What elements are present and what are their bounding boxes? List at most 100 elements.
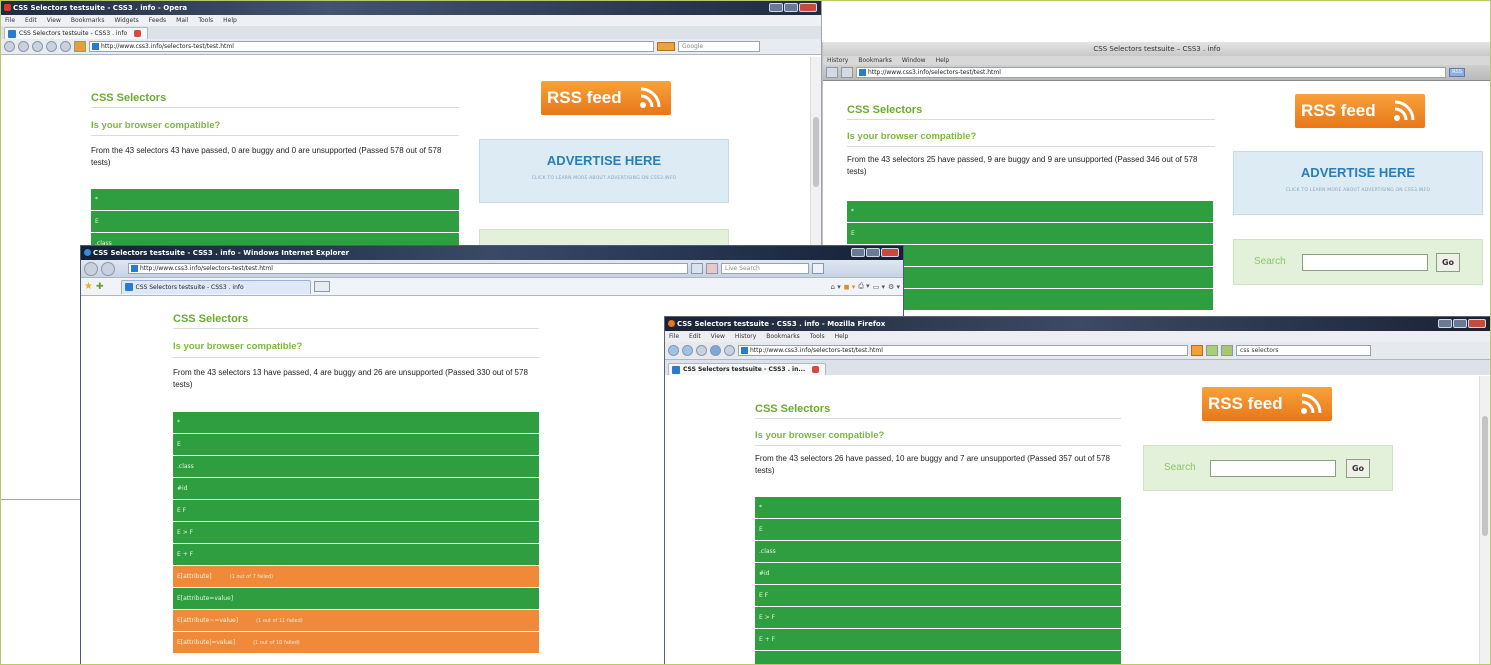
search-input[interactable] bbox=[1302, 254, 1428, 271]
menu-file[interactable]: File bbox=[5, 15, 15, 26]
failure-note: (1 out of 11 failed) bbox=[256, 618, 303, 624]
rewind-button[interactable] bbox=[32, 41, 43, 52]
tab-close-icon[interactable] bbox=[812, 366, 820, 373]
result-row: * bbox=[173, 412, 539, 433]
refresh-icon[interactable] bbox=[691, 263, 703, 274]
search-icon[interactable] bbox=[812, 263, 824, 274]
back-button[interactable] bbox=[668, 345, 679, 356]
divider bbox=[173, 328, 539, 329]
home-icon[interactable] bbox=[1221, 345, 1233, 356]
close-button[interactable] bbox=[799, 3, 817, 12]
go-button[interactable]: Go bbox=[1436, 253, 1460, 272]
result-row-buggy: E[attribute] (1 out of 7 failed) bbox=[173, 566, 539, 587]
back-button[interactable] bbox=[4, 41, 15, 52]
print-icon[interactable]: ⎙ ▾ bbox=[858, 282, 869, 291]
stop-icon[interactable] bbox=[706, 263, 718, 274]
rss-feed-button[interactable]: RSS feed bbox=[1202, 387, 1332, 421]
page-subheading: Is your browser compatible? bbox=[847, 131, 977, 142]
rss-badge-button[interactable]: RSS bbox=[1449, 68, 1465, 77]
firefox-title-text: CSS Selectors testsuite - CSS3 . info - … bbox=[677, 320, 886, 328]
search-input[interactable] bbox=[1210, 460, 1336, 477]
back-button[interactable] bbox=[84, 261, 98, 276]
rss-feed-label: RSS feed bbox=[1208, 394, 1283, 413]
results-summary: From the 43 selectors 26 have passed, 10… bbox=[755, 454, 1110, 475]
menu-tools[interactable]: Tools bbox=[198, 15, 213, 26]
menu-mail[interactable]: Mail bbox=[176, 15, 188, 26]
menu-bookmarks[interactable]: Bookmarks bbox=[766, 331, 800, 342]
reload-button[interactable] bbox=[710, 345, 721, 356]
reload-button[interactable] bbox=[60, 41, 71, 52]
home-icon[interactable]: ⌂ ▾ bbox=[831, 283, 841, 291]
go-arrow-icon[interactable] bbox=[1206, 345, 1218, 356]
minimize-button[interactable] bbox=[851, 248, 865, 257]
selector-label: E[attribute=value] bbox=[177, 595, 234, 602]
ie-search-box[interactable]: Live Search bbox=[721, 263, 809, 274]
safari-address-bar[interactable]: http://www.css3.info/selectors-test/test… bbox=[856, 67, 1446, 78]
forward-button[interactable] bbox=[101, 261, 115, 276]
maximize-button[interactable] bbox=[784, 3, 798, 12]
menu-edit[interactable]: Edit bbox=[689, 331, 701, 342]
opera-tab[interactable]: CSS Selectors testsuite - CSS3 . info bbox=[4, 27, 149, 39]
menu-view[interactable]: View bbox=[47, 15, 61, 26]
home-icon[interactable] bbox=[74, 41, 86, 52]
feeds-icon[interactable]: ◼ ▾ bbox=[844, 283, 856, 291]
result-row: * bbox=[847, 201, 1213, 222]
back-button[interactable] bbox=[826, 67, 838, 78]
firefox-tab[interactable]: CSS Selectors testsuite - CSS3 . in... bbox=[668, 363, 827, 375]
opera-address-bar[interactable]: http://www.css3.info/selectors-test/test… bbox=[89, 41, 654, 52]
add-favorite-icon[interactable]: ✚ bbox=[96, 282, 104, 292]
favorites-star-icon[interactable]: ★ bbox=[84, 281, 93, 292]
scrollbar-thumb[interactable] bbox=[1482, 416, 1488, 536]
maximize-button[interactable] bbox=[1453, 319, 1467, 328]
selector-label: E[attribute|=value] bbox=[177, 639, 236, 646]
forward-button[interactable] bbox=[841, 67, 853, 78]
rss-feed-button[interactable]: RSS feed bbox=[1295, 94, 1425, 128]
page-menu-icon[interactable]: ▭ ▾ bbox=[873, 283, 885, 291]
menu-file[interactable]: File bbox=[669, 331, 679, 342]
menu-help[interactable]: Help bbox=[835, 331, 849, 342]
feed-icon[interactable] bbox=[1191, 345, 1203, 356]
ie-tab[interactable]: CSS Selectors testsuite - CSS3 . info bbox=[120, 279, 311, 294]
go-button[interactable]: Go bbox=[1346, 459, 1370, 478]
menu-view[interactable]: View bbox=[711, 331, 725, 342]
advertise-banner[interactable]: ADVERTISE HERE CLICK TO LEARN MORE ABOUT… bbox=[1233, 151, 1483, 215]
menu-history[interactable]: History bbox=[827, 56, 848, 65]
menu-help[interactable]: Help bbox=[223, 15, 237, 26]
advertise-banner[interactable]: ADVERTISE HERE CLICK TO LEARN MORE ABOUT… bbox=[479, 139, 729, 203]
firefox-scrollbar[interactable] bbox=[1479, 376, 1490, 664]
new-tab-icon[interactable] bbox=[313, 281, 330, 292]
menu-bookmarks[interactable]: Bookmarks bbox=[71, 15, 105, 26]
tab-close-icon[interactable] bbox=[134, 30, 142, 37]
tools-menu-icon[interactable]: ⚙ ▾ bbox=[888, 283, 900, 291]
menu-widgets[interactable]: Widgets bbox=[114, 15, 138, 26]
opera-logo-icon bbox=[4, 4, 11, 11]
forward-button[interactable] bbox=[682, 345, 693, 356]
forward-button[interactable] bbox=[18, 41, 29, 52]
menu-history[interactable]: History bbox=[735, 331, 756, 342]
feed-icon[interactable] bbox=[657, 42, 675, 51]
firefox-search-box[interactable]: css selectors bbox=[1236, 345, 1371, 356]
menu-bookmarks[interactable]: Bookmarks bbox=[858, 56, 892, 65]
opera-search-box[interactable]: Google bbox=[678, 41, 760, 52]
advertise-heading: ADVERTISE HERE bbox=[546, 153, 662, 168]
result-row: E > F bbox=[173, 522, 539, 543]
menu-tools[interactable]: Tools bbox=[810, 331, 825, 342]
firefox-address-bar[interactable]: http://www.css3.info/selectors-test/test… bbox=[738, 345, 1188, 356]
stop-button[interactable] bbox=[724, 345, 735, 356]
minimize-button[interactable] bbox=[1438, 319, 1452, 328]
fast-forward-button[interactable] bbox=[46, 41, 57, 52]
menu-feeds[interactable]: Feeds bbox=[149, 15, 166, 26]
menu-help[interactable]: Help bbox=[936, 56, 950, 65]
minimize-button[interactable] bbox=[769, 3, 783, 12]
maximize-button[interactable] bbox=[866, 248, 880, 257]
menu-edit[interactable]: Edit bbox=[25, 15, 37, 26]
close-button[interactable] bbox=[1468, 319, 1486, 328]
scrollbar-thumb[interactable] bbox=[813, 117, 819, 187]
menu-window[interactable]: Window bbox=[902, 56, 926, 65]
result-row: E bbox=[847, 223, 1213, 244]
rss-feed-button[interactable]: RSS feed bbox=[541, 81, 671, 115]
close-button[interactable] bbox=[881, 248, 899, 257]
ie-address-bar[interactable]: http://www.css3.info/selectors-test/test… bbox=[128, 263, 688, 274]
history-dropdown-button[interactable] bbox=[696, 345, 707, 356]
css3-favicon-icon bbox=[124, 282, 133, 291]
